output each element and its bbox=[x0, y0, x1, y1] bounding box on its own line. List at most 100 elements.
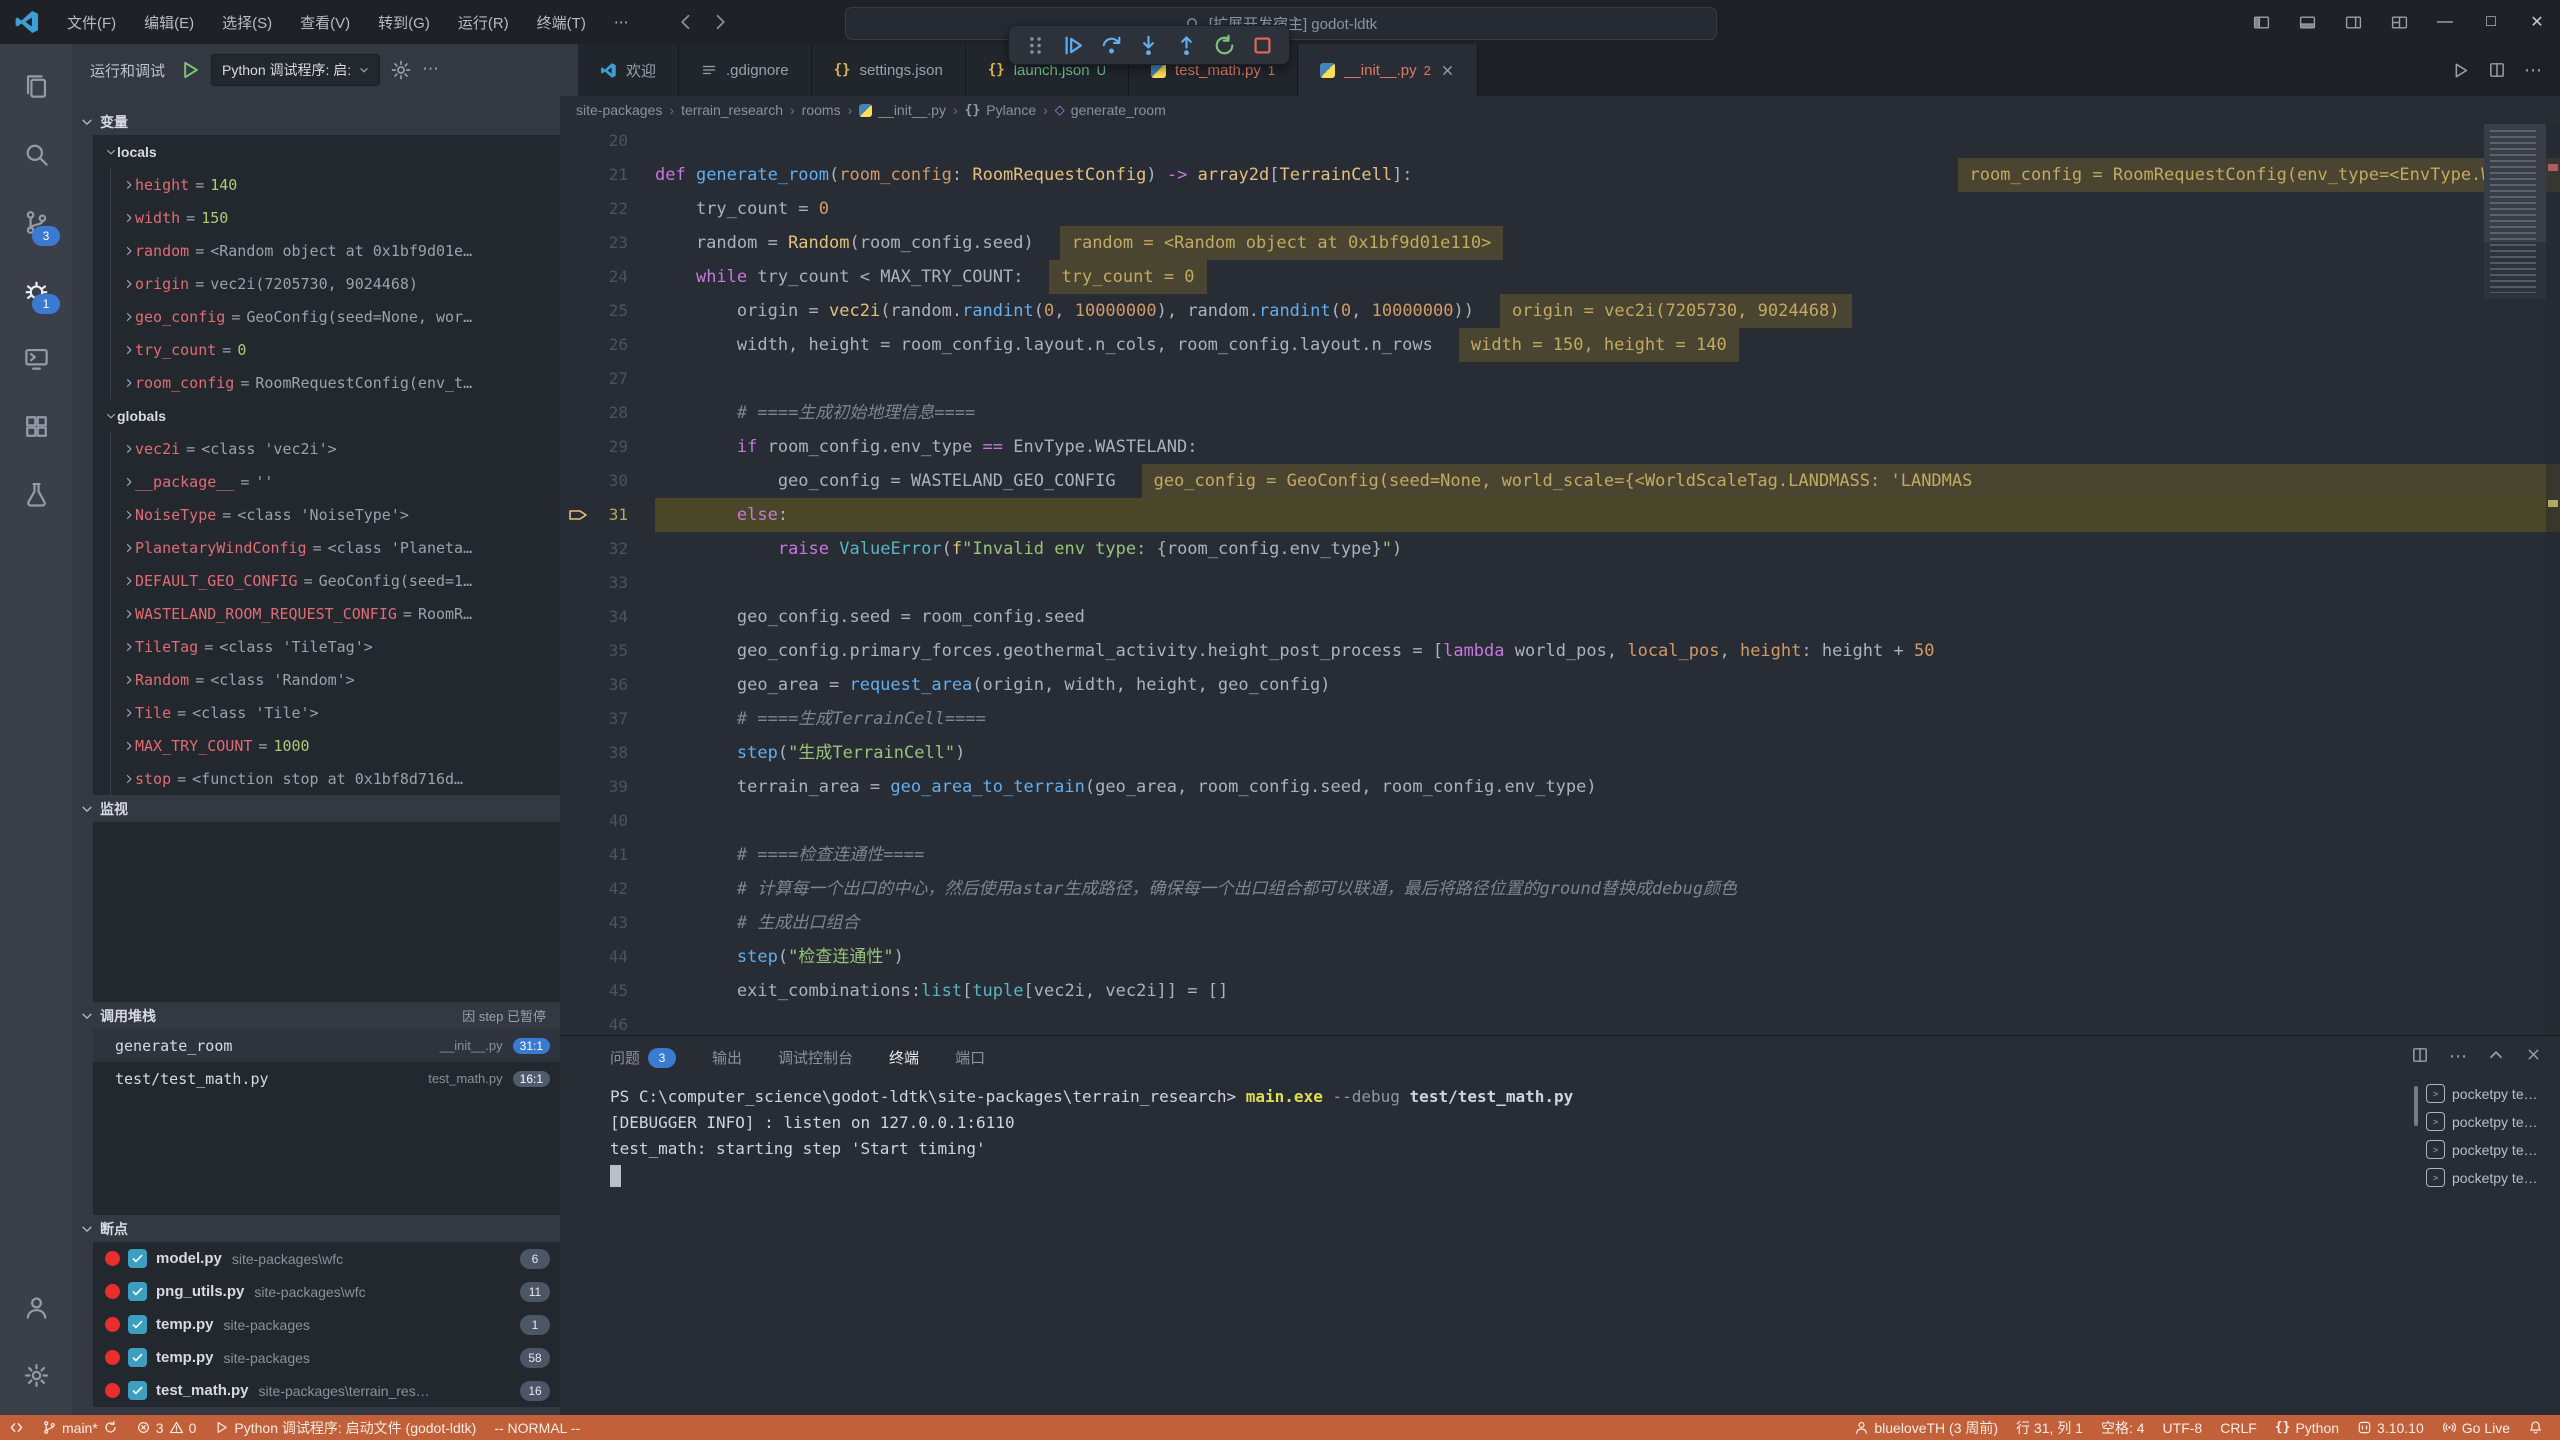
panel-more-actions-icon[interactable]: ⋯ bbox=[2449, 1046, 2467, 1067]
minimize-button[interactable]: — bbox=[2422, 0, 2468, 44]
close-button[interactable]: ✕ bbox=[2514, 0, 2560, 44]
tab--[interactable]: 欢迎 bbox=[578, 44, 679, 96]
variable-row[interactable]: WASTELAND_ROOM_REQUEST_CONFIG=RoomR… bbox=[111, 597, 560, 630]
step-out-icon[interactable] bbox=[1175, 34, 1198, 57]
variable-row[interactable]: vec2i=<class 'vec2i'> bbox=[111, 432, 560, 465]
variable-row[interactable]: Tile=<class 'Tile'> bbox=[111, 696, 560, 729]
variable-row[interactable]: height=140 bbox=[111, 168, 560, 201]
breakpoint-row[interactable]: temp.pysite-packages58 bbox=[93, 1341, 560, 1374]
code-line-30[interactable]: 30 geo_config = WASTELAND_GEO_CONFIGgeo_… bbox=[560, 464, 2560, 498]
code-line-43[interactable]: 43 # 生成出口组合 bbox=[560, 906, 2560, 940]
maximize-button[interactable]: □ bbox=[2468, 0, 2514, 44]
toggle-secondary-sidebar-icon[interactable] bbox=[2330, 0, 2376, 44]
breakpoint-checkbox[interactable] bbox=[128, 1249, 147, 1268]
panel-tab-端口[interactable]: 端口 bbox=[955, 1047, 985, 1068]
go-live[interactable]: Go Live bbox=[2433, 1415, 2519, 1440]
run-python-file-icon[interactable] bbox=[2451, 61, 2470, 80]
breakpoint-checkbox[interactable] bbox=[128, 1282, 147, 1301]
debug-more-actions-icon[interactable]: ⋯ bbox=[422, 59, 444, 81]
code-line-33[interactable]: 33 bbox=[560, 566, 2560, 600]
close-panel-icon[interactable] bbox=[2525, 1046, 2542, 1063]
code-line-32[interactable]: 32 raise ValueError(f"Invalid env type: … bbox=[560, 532, 2560, 566]
git-blame[interactable]: blueloveTH (3 周前) bbox=[1845, 1415, 2007, 1440]
problems[interactable]: 30 bbox=[127, 1415, 206, 1440]
panel-tab-输出[interactable]: 输出 bbox=[712, 1047, 742, 1068]
code-line-46[interactable]: 46 bbox=[560, 1008, 2560, 1035]
terminal-instance[interactable]: >pocketpy te… bbox=[2426, 1084, 2554, 1103]
panel-tab-终端[interactable]: 终端 bbox=[889, 1047, 919, 1068]
variable-group-locals[interactable]: locals bbox=[93, 135, 560, 168]
breadcrumb-item-generate_room[interactable]: ◇generate_room bbox=[1055, 102, 1166, 118]
code-line-31[interactable]: 31 else: bbox=[560, 498, 2560, 532]
notifications[interactable] bbox=[2519, 1415, 2552, 1440]
code-line-35[interactable]: 35 geo_config.primary_forces.geothermal_… bbox=[560, 634, 2560, 668]
language-mode[interactable]: {}Python bbox=[2266, 1415, 2348, 1440]
section-header-call-stack[interactable]: 调用堆栈因 step 已暂停 bbox=[72, 1002, 560, 1029]
start-debug-icon[interactable] bbox=[179, 59, 201, 81]
stack-frame[interactable]: generate_room__init__.py31:1 bbox=[93, 1029, 560, 1062]
menu-item-4[interactable]: 查看(V) bbox=[287, 7, 363, 38]
code-line-20[interactable]: 20 bbox=[560, 124, 2560, 158]
step-over-icon[interactable] bbox=[1100, 34, 1123, 57]
variable-row[interactable]: PlanetaryWindConfig=<class 'Planeta… bbox=[111, 531, 560, 564]
encoding[interactable]: UTF-8 bbox=[2154, 1415, 2212, 1440]
code-line-34[interactable]: 34 geo_config.seed = room_config.seed bbox=[560, 600, 2560, 634]
remote-indicator[interactable] bbox=[0, 1415, 33, 1440]
debug-session[interactable]: Python 调试程序: 启动文件 (godot-ldtk) bbox=[205, 1415, 485, 1440]
variable-row[interactable]: random=<Random object at 0x1bf9d01e… bbox=[111, 234, 560, 267]
code-line-41[interactable]: 41 # ====检查连通性==== bbox=[560, 838, 2560, 872]
code-line-22[interactable]: 22 try_count = 0 bbox=[560, 192, 2560, 226]
terminal-list-scrollbar[interactable] bbox=[2414, 1086, 2418, 1126]
breakpoint-checkbox[interactable] bbox=[128, 1315, 147, 1334]
cursor-position[interactable]: 行 31, 列 1 bbox=[2007, 1415, 2092, 1440]
code-line-29[interactable]: 29 if room_config.env_type == EnvType.WA… bbox=[560, 430, 2560, 464]
tab-__init__-py[interactable]: __init__.py2 bbox=[1298, 44, 1478, 96]
indentation[interactable]: 空格: 4 bbox=[2092, 1415, 2154, 1440]
breadcrumb-item-__init__-py[interactable]: __init__.py bbox=[859, 102, 946, 118]
split-editor-icon[interactable] bbox=[2488, 61, 2506, 79]
activity-item-testing[interactable] bbox=[0, 460, 72, 528]
panel-tab-问题[interactable]: 问题3 bbox=[610, 1047, 676, 1068]
menu-item-7[interactable]: 终端(T) bbox=[524, 7, 599, 38]
git-branch[interactable]: main* bbox=[33, 1415, 127, 1440]
code-editor[interactable]: 2021def generate_room(room_config: RoomR… bbox=[560, 124, 2560, 1035]
code-line-44[interactable]: 44 step("检查连通性") bbox=[560, 940, 2560, 974]
debug-settings-gear-icon[interactable] bbox=[390, 59, 412, 81]
debug-config-select[interactable]: Python 调试程序: 启: bbox=[211, 54, 380, 86]
panel-tab-调试控制台[interactable]: 调试控制台 bbox=[778, 1047, 853, 1068]
activity-item-explorer[interactable] bbox=[0, 52, 72, 120]
menu-item-3[interactable]: 选择(S) bbox=[209, 7, 285, 38]
activity-item-extensions[interactable] bbox=[0, 392, 72, 460]
variable-row[interactable]: NoiseType=<class 'NoiseType'> bbox=[111, 498, 560, 531]
section-header-variables[interactable]: 变量 bbox=[72, 108, 560, 135]
variable-row[interactable]: room_config=RoomRequestConfig(env_t… bbox=[111, 366, 560, 399]
variable-row[interactable]: origin=vec2i(7205730, 9024468) bbox=[111, 267, 560, 300]
tab-close-icon[interactable] bbox=[1440, 63, 1455, 78]
tab-settings-json[interactable]: {}settings.json bbox=[812, 44, 966, 96]
code-line-21[interactable]: 21def generate_room(room_config: RoomReq… bbox=[560, 158, 2560, 192]
terminal-output[interactable]: PS C:\computer_science\godot-ldtk\site-p… bbox=[610, 1084, 2410, 1187]
menu-item-5[interactable]: 转到(G) bbox=[365, 7, 443, 38]
toggle-panel-icon[interactable] bbox=[2284, 0, 2330, 44]
breadcrumb-item-Pylance[interactable]: {}Pylance bbox=[965, 102, 1036, 118]
restart-icon[interactable] bbox=[1213, 34, 1236, 57]
variable-row[interactable]: MAX_TRY_COUNT=1000 bbox=[111, 729, 560, 762]
breadcrumb-item-site-packages[interactable]: site-packages bbox=[576, 102, 662, 118]
breadcrumb-item-terrain_research[interactable]: terrain_research bbox=[681, 102, 783, 118]
menu-item-8[interactable]: ⋯ bbox=[601, 8, 642, 36]
menu-item-2[interactable]: 编辑(E) bbox=[131, 7, 207, 38]
code-line-42[interactable]: 42 # 计算每一个出口的中心，然后使用astar生成路径，确保每一个出口组合都… bbox=[560, 872, 2560, 906]
breakpoint-row[interactable]: test_math.pysite-packages\terrain_res…16 bbox=[93, 1374, 560, 1407]
step-into-icon[interactable] bbox=[1137, 34, 1160, 57]
variable-row[interactable]: try_count=0 bbox=[111, 333, 560, 366]
breadcrumb-item-rooms[interactable]: rooms bbox=[802, 102, 841, 118]
nav-forward-icon[interactable] bbox=[710, 12, 730, 32]
vim-mode[interactable]: -- NORMAL -- bbox=[485, 1415, 589, 1440]
continue-icon[interactable] bbox=[1062, 34, 1085, 57]
breakpoint-checkbox[interactable] bbox=[128, 1348, 147, 1367]
terminal-instance[interactable]: >pocketpy te… bbox=[2426, 1168, 2554, 1187]
terminal-instance[interactable]: >pocketpy te… bbox=[2426, 1140, 2554, 1159]
eol[interactable]: CRLF bbox=[2211, 1415, 2266, 1440]
menu-item-1[interactable]: 文件(F) bbox=[54, 7, 129, 38]
variable-row[interactable]: geo_config=GeoConfig(seed=None, wor… bbox=[111, 300, 560, 333]
